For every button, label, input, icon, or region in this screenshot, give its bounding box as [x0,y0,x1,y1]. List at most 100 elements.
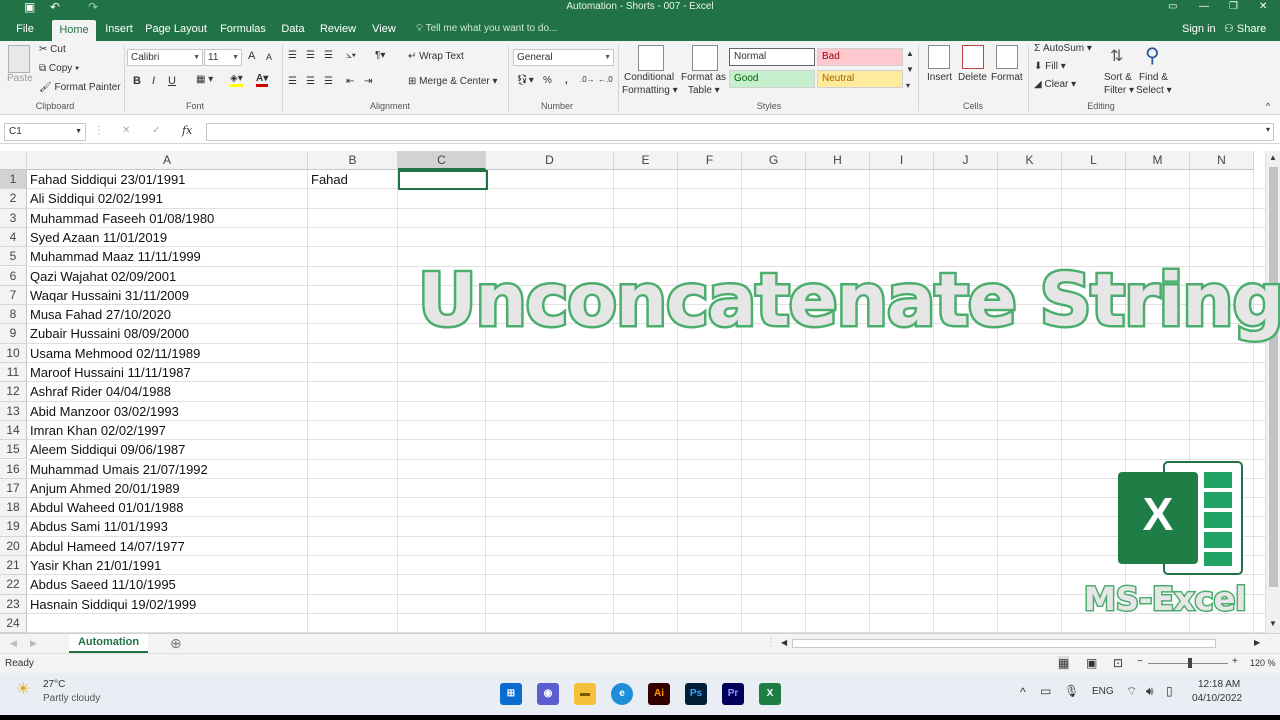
row-header[interactable]: 6 [0,266,27,286]
comma-button[interactable]: , [565,75,568,86]
select-all-corner[interactable] [0,151,27,170]
tab-insert[interactable]: Insert [100,17,138,41]
italic-button[interactable]: I [152,75,155,87]
column-header-i[interactable]: I [870,151,934,170]
sign-in-link[interactable]: Sign in [1182,17,1216,41]
cell-a15[interactable]: Aleem Siddiqui 09/06/1987 [27,441,185,459]
volume-icon[interactable]: 🔊︎ [1146,684,1154,699]
cell-a5[interactable]: Muhammad Maaz 11/11/1999 [27,248,201,266]
clock-time[interactable]: 12:18 AM [1198,679,1240,690]
sheet-tab-automation[interactable]: Automation [69,634,148,653]
expand-formula-icon[interactable]: ▾ [1266,125,1270,134]
autosum-button[interactable]: Σ AutoSum ▾ [1034,43,1092,54]
tab-home[interactable]: Home [52,20,96,41]
decrease-decimal-icon[interactable]: ←.0 [598,75,613,84]
format-as-table-icon[interactable] [692,45,718,71]
filter-button[interactable]: Filter ▾ [1104,85,1134,96]
cell-a3[interactable]: Muhammad Faseeh 01/08/1980 [27,210,214,228]
cut-button[interactable]: ✂ Cut [39,44,66,55]
show-hidden-icon[interactable]: ^ [1020,685,1026,699]
column-header-m[interactable]: M [1126,151,1190,170]
format-button[interactable]: Format [991,72,1023,83]
row-header[interactable]: 7 [0,285,27,306]
vertical-scrollbar[interactable]: ▲ ▼ [1265,151,1280,633]
tab-formulas[interactable]: Formulas [216,17,270,41]
column-header-d[interactable]: D [486,151,614,170]
clock-date[interactable]: 04/10/2022 [1192,693,1242,704]
row-header[interactable]: 14 [0,420,27,441]
styles-scroll-down-icon[interactable]: ▼ [906,65,914,74]
zoom-out-icon[interactable]: − [1137,656,1143,667]
scroll-thumb[interactable] [1269,167,1278,587]
currency-icon[interactable]: 💱︎▾ [516,75,534,86]
illustrator-icon[interactable]: Ai [648,683,670,705]
photoshop-icon[interactable]: Ps [685,683,707,705]
copy-button[interactable]: ⧉ Copy ▾ [39,63,79,74]
fill-color-icon[interactable]: ◈▾ [230,73,243,87]
style-normal[interactable]: Normal [729,48,815,66]
minimize-icon[interactable]: — [1199,1,1209,12]
row-header[interactable]: 11 [0,363,27,383]
cell-a17[interactable]: Anjum Ahmed 20/01/1989 [27,480,180,498]
align-center-icon[interactable]: ☰ [306,76,315,87]
paste-icon[interactable] [8,45,30,73]
scroll-down-icon[interactable]: ▼ [1269,619,1277,628]
style-bad[interactable]: Bad [817,48,903,66]
cell-a10[interactable]: Usama Mehmood 02/11/1989 [27,345,200,363]
weather-icon[interactable]: ☀ [16,679,30,699]
file-explorer-icon[interactable]: ▬ [574,683,596,705]
zoom-level[interactable]: 120 % [1250,658,1276,668]
column-header-a[interactable]: A [27,151,308,170]
page-layout-view-icon[interactable]: ▣ [1086,656,1097,670]
increase-decimal-icon[interactable]: .0→ [580,75,595,84]
cell-a6[interactable]: Qazi Wajahat 02/09/2001 [27,268,176,286]
row-header[interactable]: 24 [0,613,27,633]
temperature[interactable]: 27°C [43,679,65,690]
style-good[interactable]: Good [729,70,815,88]
sort-button[interactable]: Sort & [1104,72,1132,83]
align-left-icon[interactable]: ☰ [288,76,297,87]
weather-text[interactable]: Partly cloudy [43,693,100,704]
font-name-combo[interactable]: Calibri ▼ [127,49,203,66]
premiere-icon[interactable]: Pr [722,683,744,705]
cell-a11[interactable]: Maroof Hussaini 11/11/1987 [27,364,191,382]
cell-a20[interactable]: Abdul Hameed 14/07/1977 [27,538,185,556]
column-header-b[interactable]: B [308,151,398,170]
cell-a18[interactable]: Abdul Waheed 01/01/1988 [27,499,183,517]
format-as-table-label[interactable]: Table ▾ [688,85,720,96]
bottom-align-icon[interactable]: ☰ [324,50,333,61]
enter-icon[interactable]: ✓ [152,125,160,136]
excel-taskbar-icon[interactable]: X [759,683,781,705]
row-header[interactable]: 10 [0,343,27,363]
spreadsheet-grid[interactable]: A B C D E F G H I J K L M N 1 Fahad Siddiqui 23/01/1991… [0,151,1265,633]
merge-center-button[interactable]: ⊞ Merge & Center ▾ [408,76,498,87]
row-header[interactable]: 21 [0,556,27,576]
row-header[interactable]: 20 [0,536,27,556]
delete-button[interactable]: Delete [958,72,987,83]
format-cells-icon[interactable] [996,45,1018,69]
wifi-icon[interactable]: ⌔ [1126,684,1137,699]
find-button[interactable]: Find & [1139,72,1168,83]
column-header-c[interactable]: C [398,151,486,170]
add-sheet-icon[interactable]: ⊕ [170,635,182,652]
zoom-slider-thumb[interactable] [1188,658,1192,668]
edge-icon[interactable]: e [611,683,633,705]
cell-a12[interactable]: Ashraf Rider 04/04/1988 [27,383,171,401]
conditional-formatting-icon[interactable] [638,45,664,71]
font-size-combo[interactable]: 11 ▼ [204,49,242,66]
row-header[interactable]: 23 [0,594,27,614]
row-header[interactable]: 3 [0,208,27,228]
column-header-g[interactable]: G [742,151,806,170]
scroll-up-icon[interactable]: ▲ [1269,153,1277,162]
row-header[interactable]: 2 [0,189,27,209]
cell-a8[interactable]: Musa Fahad 27/10/2020 [27,306,171,324]
language-indicator[interactable]: ENG [1092,686,1114,697]
middle-align-icon[interactable]: ☰ [306,50,315,61]
cell-b1[interactable]: Fahad [308,171,348,189]
grow-font-button[interactable]: A [248,50,255,62]
insert-function-icon[interactable]: fx [182,124,192,137]
insert-button[interactable]: Insert [927,72,952,83]
share-button[interactable]: ⚇ Share [1224,17,1266,41]
row-header[interactable]: 12 [0,382,27,402]
prev-sheet-icon[interactable]: ◀ [10,638,17,649]
